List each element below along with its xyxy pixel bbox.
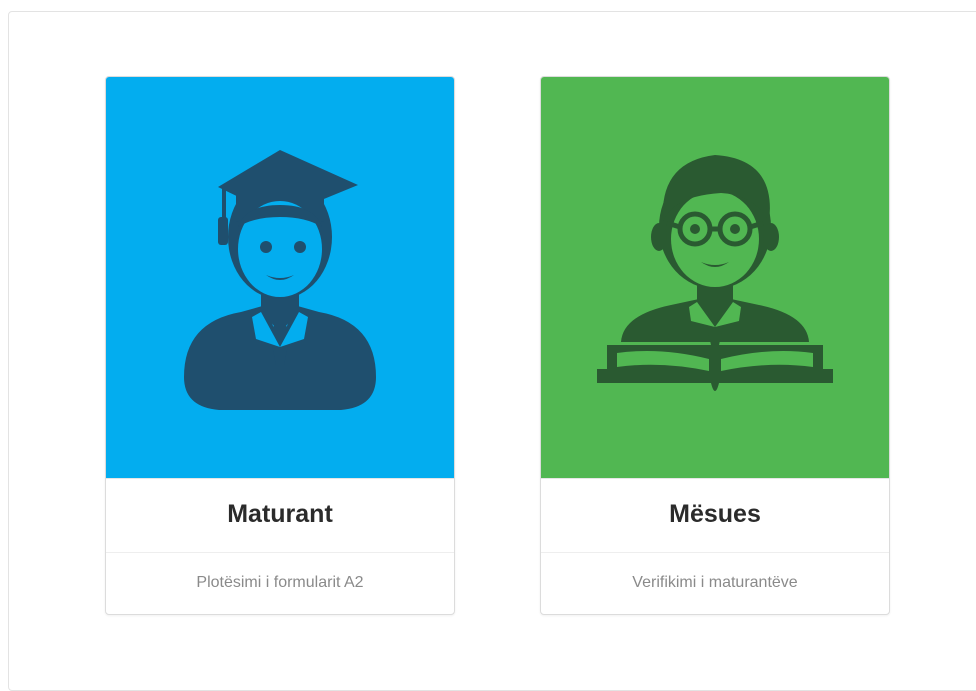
card-mesues-subtitle: Verifikimi i maturantëve bbox=[541, 552, 889, 614]
card-maturant-subtitle: Plotësimi i formularit A2 bbox=[106, 552, 454, 614]
card-mesues-title[interactable]: Mësues bbox=[541, 478, 889, 552]
card-mesues-image[interactable] bbox=[541, 77, 889, 478]
card-maturant-title[interactable]: Maturant bbox=[106, 478, 454, 552]
card-maturant[interactable]: Maturant Plotësimi i formularit A2 bbox=[105, 76, 455, 615]
card-maturant-image[interactable] bbox=[106, 77, 454, 478]
teacher-with-book-icon bbox=[597, 155, 833, 391]
graduate-student-icon bbox=[184, 150, 376, 410]
card-mesues[interactable]: Mësues Verifikimi i maturantëve bbox=[540, 76, 890, 615]
